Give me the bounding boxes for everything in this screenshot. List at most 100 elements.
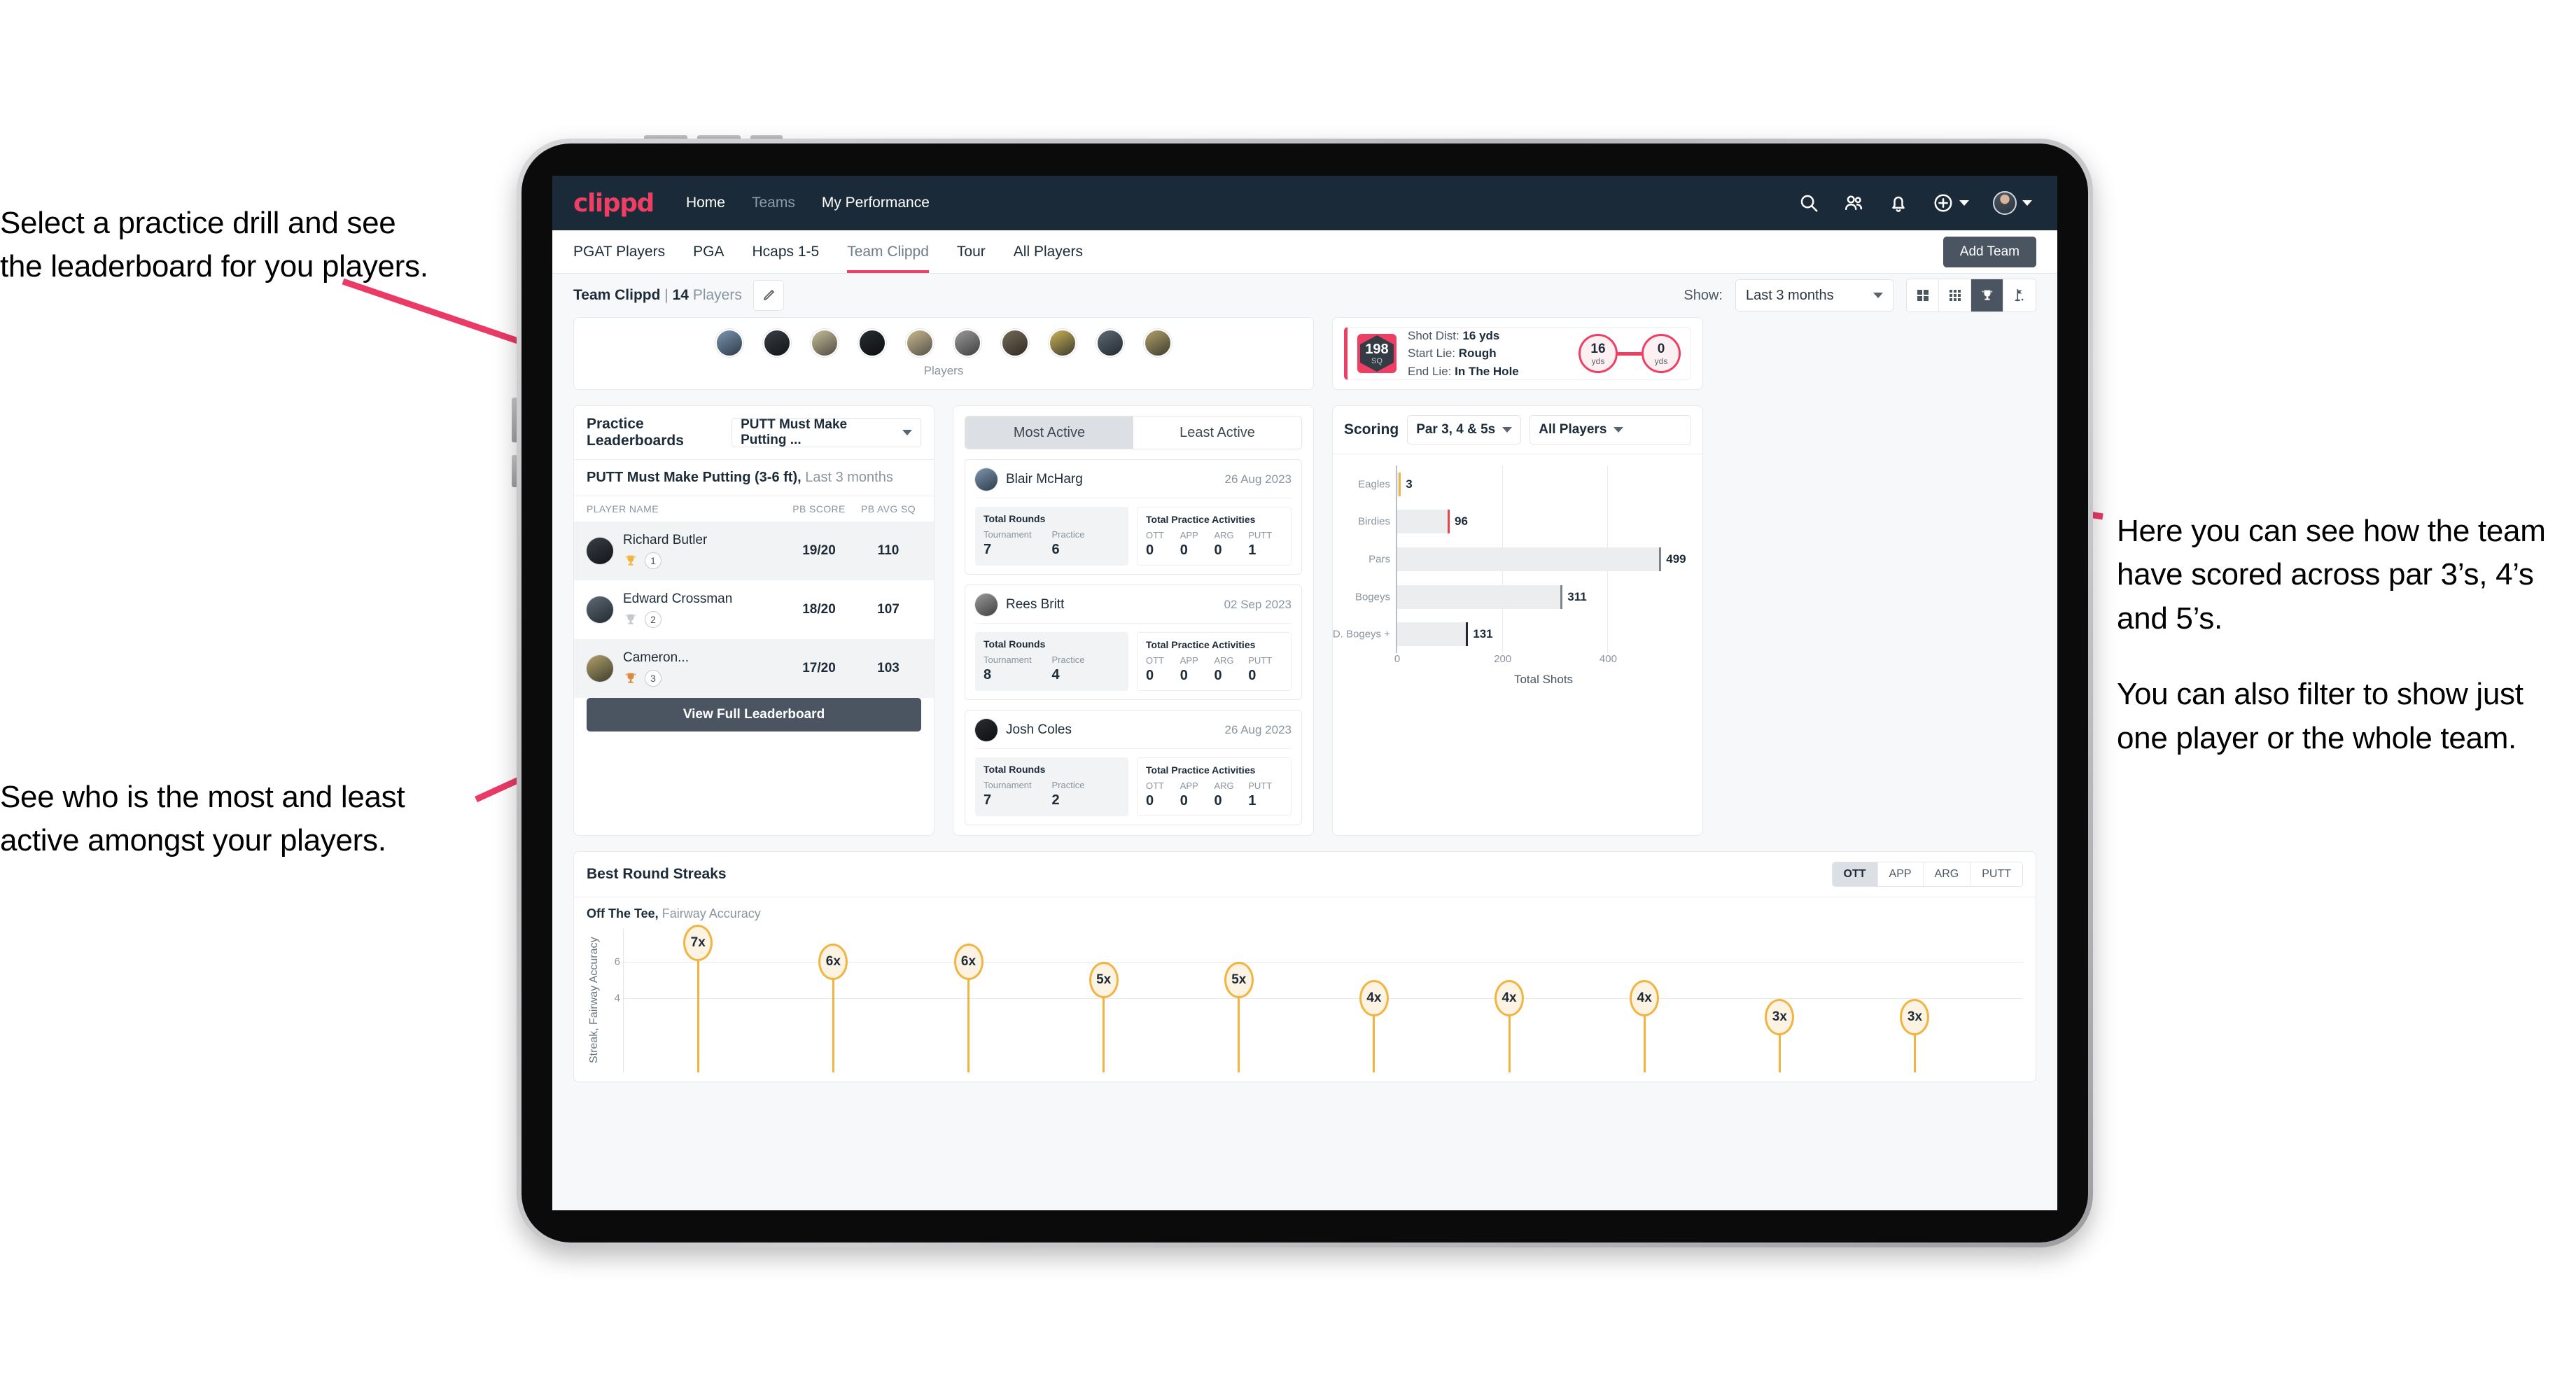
streaks-marker[interactable]: 7x (683, 925, 713, 962)
table-row[interactable]: Edward Crossman 2 18/20 107 (574, 580, 934, 639)
streaks-marker[interactable]: 4x (1359, 980, 1389, 1017)
streaks-marker[interactable]: 3x (1900, 998, 1930, 1035)
player-filter-select[interactable]: All Players (1530, 415, 1691, 444)
app-label: APP (1180, 530, 1198, 540)
show-range-value: Last 3 months (1746, 287, 1834, 303)
tab-hcaps-1-5[interactable]: Hcaps 1-5 (752, 230, 819, 273)
avatar[interactable] (1993, 191, 2017, 215)
player-avatar[interactable] (811, 329, 839, 357)
scoring-category-label: Birdies (1358, 515, 1390, 528)
search-icon[interactable] (1798, 192, 1819, 214)
player-avatar[interactable] (953, 329, 981, 357)
practice-rounds: Practice 2 (1052, 780, 1121, 808)
leaderboard-player-cell: Richard Butler 1 (623, 533, 783, 569)
streaks-marker[interactable]: 6x (818, 943, 848, 980)
player-avatar[interactable] (1049, 329, 1077, 357)
shot-detail-line: Shot Dist: 16 yds (1408, 327, 1519, 345)
show-range-select[interactable]: Last 3 months (1735, 279, 1893, 312)
view-golf-flag-button[interactable] (2003, 279, 2036, 312)
streaks-marker[interactable]: 6x (953, 943, 983, 980)
add-menu[interactable] (1933, 192, 1969, 214)
shot-quality-value: 198 (1365, 341, 1389, 357)
scoring-bar-value: 311 (1567, 589, 1587, 603)
team-name: Team Clippd (573, 287, 661, 303)
activity-player-card[interactable]: Blair McHarg 26 Aug 2023 Total Rounds To… (965, 459, 1302, 575)
tab-least-active[interactable]: Least Active (1133, 416, 1301, 449)
bell-icon[interactable] (1888, 192, 1909, 214)
hexagon-icon: 198 SQ (1360, 335, 1394, 372)
streaks-tab-app[interactable]: APP (1877, 862, 1924, 886)
tab-most-active[interactable]: Most Active (965, 416, 1133, 449)
activity-player-card[interactable]: Josh Coles 26 Aug 2023 Total Rounds Tour… (965, 710, 1302, 825)
table-row[interactable]: Richard Butler 1 19/20 110 (574, 522, 934, 580)
toolbar-controls: Show: Last 3 months (1684, 279, 2036, 312)
practice-value: 6 (1051, 542, 1060, 557)
practice-arg: ARG 0 (1214, 780, 1249, 809)
player-avatar[interactable] (906, 329, 934, 357)
activity-player-card[interactable]: Rees Britt 02 Sep 2023 Total Rounds Tour… (965, 584, 1302, 700)
player-avatar[interactable] (1096, 329, 1124, 357)
user-menu[interactable] (1993, 191, 2032, 215)
players-avatar-row (715, 329, 1172, 357)
view-trophy-button[interactable] (1971, 279, 2003, 312)
player-avatar[interactable] (1144, 329, 1172, 357)
streaks-tab-ott[interactable]: OTT (1832, 862, 1878, 886)
streaks-tab-arg[interactable]: ARG (1923, 862, 1971, 886)
player-avatar[interactable] (715, 329, 743, 357)
add-team-button[interactable]: Add Team (1942, 236, 2036, 267)
edit-team-button[interactable] (752, 280, 784, 311)
view-full-leaderboard-button[interactable]: View Full Leaderboard (587, 698, 921, 732)
streaks-marker[interactable]: 5x (1088, 961, 1119, 998)
clippd-logo[interactable]: clippd (573, 189, 654, 218)
plus-circle-icon[interactable] (1933, 192, 1954, 214)
avatar (975, 594, 997, 616)
arg-value: 0 (1214, 542, 1222, 558)
ott-label: OTT (1146, 655, 1164, 666)
putt-label: PUTT (1248, 530, 1273, 540)
view-grid-3x3-button[interactable] (1939, 279, 1971, 312)
leaderboard-pb-score: 18/20 (802, 602, 836, 617)
people-icon[interactable] (1843, 192, 1864, 214)
streaks-marker[interactable]: 3x (1765, 998, 1795, 1035)
player-avatar[interactable] (763, 329, 791, 357)
tab-pgat-players[interactable]: PGAT Players (573, 230, 665, 273)
annotation-line: active amongst your players. (0, 823, 386, 858)
scoring-x-tick: 400 (1599, 653, 1617, 665)
practice-putt: PUTT 1 (1248, 530, 1282, 559)
app-label: APP (1180, 780, 1198, 791)
scoring-bar (1397, 622, 1469, 647)
players-strip-card: Players (573, 317, 1314, 390)
trophy-icon (625, 673, 636, 683)
nav-link-my-performance[interactable]: My Performance (822, 195, 930, 211)
view-grid-2x2-button[interactable] (1907, 279, 1939, 312)
activity-tab-group: Most Active Least Active (965, 416, 1302, 449)
player-avatar[interactable] (858, 329, 886, 357)
player-filter-value: All Players (1539, 422, 1607, 437)
drill-select[interactable]: PUTT Must Make Putting ... (732, 417, 921, 447)
table-row[interactable]: Cameron... 3 17/20 103 (574, 639, 934, 698)
chevron-down-icon (1873, 293, 1883, 298)
nav-link-home[interactable]: Home (686, 195, 725, 211)
annotation-bottom-left: See who is the most and least active amo… (0, 776, 504, 863)
shot-summary-card: 198 SQ Shot Dist: 16 yds Start Lie: Roug… (1332, 317, 1703, 390)
trophy-icon (625, 614, 636, 624)
scoring-x-tick: 200 (1494, 653, 1512, 665)
par-filter-select[interactable]: Par 3, 4 & 5s (1407, 415, 1522, 444)
tab-all-players[interactable]: All Players (1014, 230, 1083, 273)
nav-link-teams[interactable]: Teams (752, 195, 795, 211)
tab-tour[interactable]: Tour (957, 230, 986, 273)
streaks-marker[interactable]: 4x (1630, 980, 1660, 1017)
streaks-marker[interactable]: 4x (1494, 980, 1525, 1017)
team-title: Team Clippd | 14 Players (573, 287, 742, 304)
player-avatar[interactable] (1001, 329, 1029, 357)
total-practice-box: Total Practice Activities OTT 0 APP 0 ARG 0… (1137, 757, 1292, 816)
putt-value: 0 (1248, 668, 1256, 683)
streaks-y-tick: 6 (614, 955, 620, 968)
streaks-y-axis-label: Streak, Fairway Accuracy (588, 937, 600, 1064)
streaks-tab-putt[interactable]: PUTT (1970, 862, 2022, 886)
tab-team-clippd[interactable]: Team Clippd (847, 230, 929, 273)
streaks-marker[interactable]: 5x (1224, 961, 1254, 998)
tab-pga[interactable]: PGA (693, 230, 724, 273)
annotation-line: the leaderboard for you players. (0, 249, 428, 284)
streaks-subtitle: Off The Tee, Fairway Accuracy (574, 897, 2036, 924)
